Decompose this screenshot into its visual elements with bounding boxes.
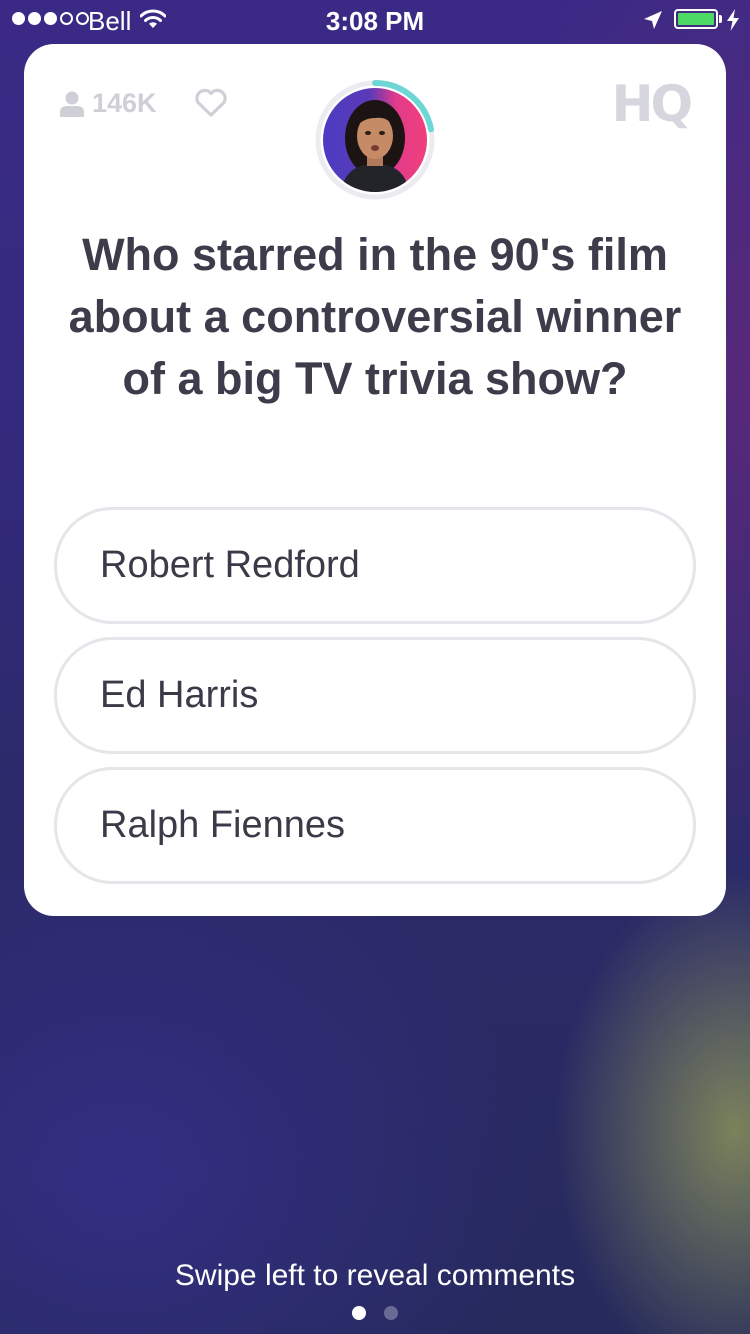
heart-icon[interactable] [194, 88, 228, 118]
answer-label: Ed Harris [100, 674, 259, 716]
answer-label: Robert Redford [100, 544, 360, 586]
person-icon [60, 91, 84, 117]
viewer-count-text: 146K [92, 88, 157, 118]
page-dot-2[interactable] [384, 1306, 398, 1320]
location-arrow-icon [644, 11, 662, 29]
battery-icon [674, 9, 718, 29]
host-video [315, 80, 435, 200]
hq-logo: HQ [611, 75, 693, 133]
page-indicator[interactable] [0, 1306, 750, 1320]
question-text: Who starred in the 90's film about a con… [68, 229, 682, 404]
answer-option-3[interactable]: Ralph Fiennes [54, 767, 696, 884]
status-time: 3:08 PM [325, 6, 425, 36]
answer-option-1[interactable]: Robert Redford [54, 507, 696, 624]
lightning-bolt-icon [727, 9, 739, 31]
swipe-hint: Swipe left to reveal comments [174, 1259, 576, 1292]
viewer-count: 146K [60, 88, 157, 119]
host-avatar [323, 88, 427, 192]
answer-option-2[interactable]: Ed Harris [54, 637, 696, 754]
battery-fill [678, 13, 714, 25]
question-card: 146K HQ Who starred in the 90's film abo… [24, 44, 726, 916]
status-bar: Bell 3:08 PM [0, 0, 750, 40]
battery-nub [719, 15, 722, 23]
page-dot-1[interactable] [352, 1306, 366, 1320]
answer-label: Ralph Fiennes [100, 804, 346, 846]
